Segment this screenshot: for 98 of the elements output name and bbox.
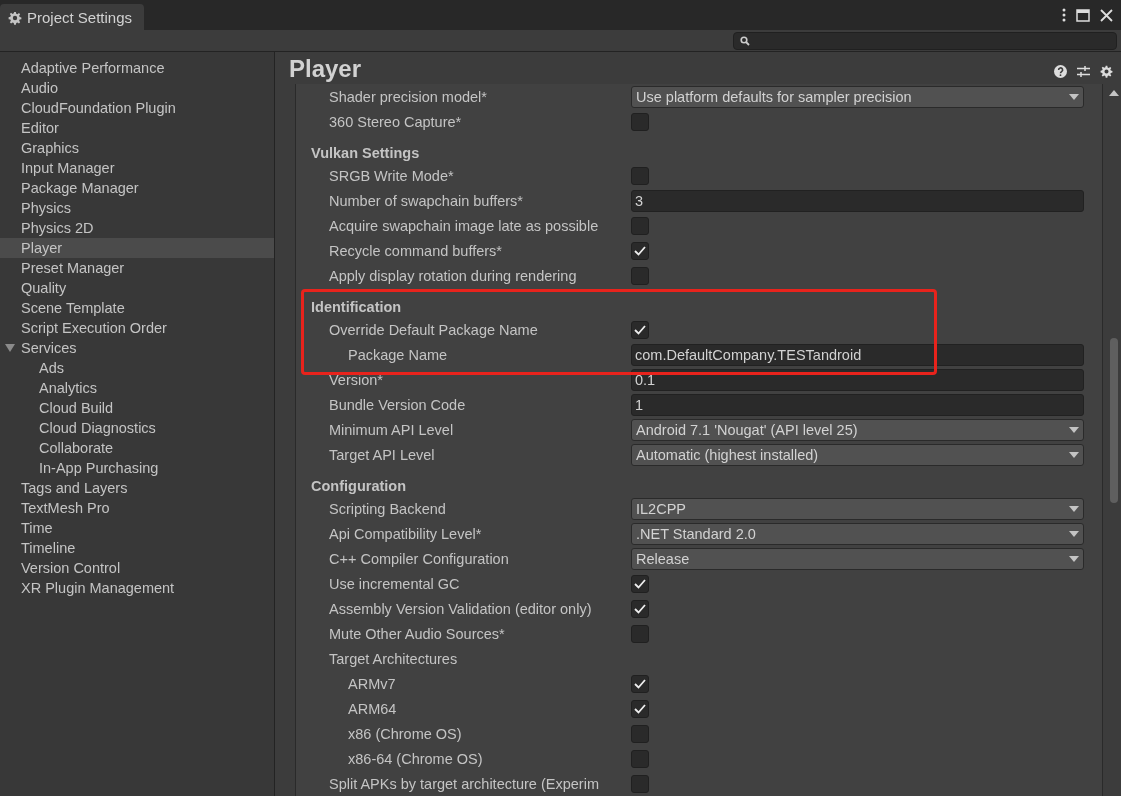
text-field[interactable]: com.DefaultCompany.TESTandroid — [631, 343, 1084, 366]
sidebar-item[interactable]: Input Manager — [0, 158, 274, 178]
checkbox[interactable] — [631, 749, 649, 768]
setting-label: Assembly Version Validation (editor only) — [329, 600, 593, 617]
close-icon[interactable] — [1100, 8, 1113, 22]
checkbox[interactable] — [631, 112, 649, 131]
setting-label: Shader precision model* — [329, 88, 488, 105]
sidebar-item[interactable]: Preset Manager — [0, 258, 274, 278]
caret-icon — [1069, 426, 1079, 433]
sidebar-item[interactable]: Timeline — [0, 538, 274, 558]
checkbox[interactable] — [631, 599, 649, 618]
maximize-icon[interactable] — [1076, 8, 1090, 22]
sidebar-item[interactable]: Time — [0, 518, 274, 538]
caret-icon — [1069, 555, 1079, 562]
section-heading: Configuration — [311, 477, 408, 496]
setting-label: Target API Level — [329, 446, 436, 463]
dropdown[interactable]: Android 7.1 'Nougat' (API level 25) — [631, 418, 1084, 441]
setting-label: Override Default Package Name — [329, 321, 539, 338]
caret-icon — [1069, 93, 1079, 100]
sidebar-item[interactable]: Scene Template — [0, 298, 274, 318]
scrollbar-thumb[interactable] — [1110, 338, 1118, 503]
setting-label: C++ Compiler Configuration — [329, 550, 510, 567]
sidebar-item[interactable]: Script Execution Order — [0, 318, 274, 338]
text-field[interactable]: 1 — [631, 393, 1084, 416]
setting-label: SRGB Write Mode* — [329, 167, 455, 184]
checkbox[interactable] — [631, 320, 649, 339]
checkbox[interactable] — [631, 774, 649, 793]
page-title: Player — [289, 54, 362, 84]
setting-label: Target Architectures — [329, 650, 459, 667]
scroll-up-arrow-icon[interactable] — [1109, 90, 1119, 96]
sidebar-item[interactable]: Quality — [0, 278, 274, 298]
caret-icon — [1069, 530, 1079, 537]
setting-label: Bundle Version Code — [329, 396, 467, 413]
sidebar-item[interactable]: XR Plugin Management — [0, 578, 274, 598]
checkbox[interactable] — [631, 624, 649, 643]
sidebar-item[interactable]: TextMesh Pro — [0, 498, 274, 518]
window-tab[interactable]: Project Settings — [0, 4, 145, 31]
setting-label: Version* — [329, 371, 384, 388]
more-options-icon[interactable] — [1062, 8, 1066, 22]
setting-label: Minimum API Level — [329, 421, 455, 438]
sidebar-item[interactable]: Cloud Diagnostics — [0, 418, 274, 438]
setting-label: Use incremental GC — [329, 575, 461, 592]
sidebar-item[interactable]: Analytics — [0, 378, 274, 398]
checkbox[interactable] — [631, 699, 649, 718]
setting-label: Api Compatibility Level* — [329, 525, 483, 542]
text-field[interactable]: 3 — [631, 189, 1084, 212]
search-field[interactable] — [733, 31, 1117, 50]
sidebar-item[interactable]: Tags and Layers — [0, 478, 274, 498]
sidebar-item[interactable]: Services — [0, 338, 274, 358]
setting-label: Recycle command buffers* — [329, 242, 503, 259]
expand-arrow-icon[interactable] — [5, 344, 15, 352]
dropdown[interactable]: Automatic (highest installed) — [631, 443, 1084, 466]
sidebar-item[interactable]: CloudFoundation Plugin — [0, 98, 274, 118]
sidebar-item[interactable]: Ads — [0, 358, 274, 378]
checkbox[interactable] — [631, 166, 649, 185]
setting-label: ARMv7 — [347, 675, 397, 692]
dropdown[interactable]: .NET Standard 2.0 — [631, 522, 1084, 545]
setting-label: Split APKs by target architecture (Experim — [329, 775, 600, 792]
sliders-icon[interactable] — [1077, 65, 1090, 78]
caret-icon — [1069, 451, 1079, 458]
setting-label: Scripting Backend — [329, 500, 447, 517]
setting-label: 360 Stereo Capture* — [329, 113, 463, 130]
section-heading: Vulkan Settings — [311, 144, 421, 163]
setting-label: x86-64 (Chrome OS) — [347, 750, 484, 767]
setting-label: ARM64 — [347, 700, 398, 717]
dropdown[interactable]: Use platform defaults for sampler precision — [631, 85, 1084, 108]
dropdown[interactable]: Release — [631, 547, 1084, 570]
sidebar-item[interactable]: Cloud Build — [0, 398, 274, 418]
sidebar-item[interactable]: Physics 2D — [0, 218, 274, 238]
checkbox[interactable] — [631, 724, 649, 743]
settings-icon[interactable] — [1100, 65, 1113, 78]
checkbox[interactable] — [631, 266, 649, 285]
setting-label: Acquire swapchain image late as possible — [329, 217, 600, 234]
setting-label: Apply display rotation during rendering — [329, 267, 578, 284]
sidebar-item[interactable]: Audio — [0, 78, 274, 98]
search-icon — [740, 35, 750, 46]
checkbox[interactable] — [631, 574, 649, 593]
help-icon[interactable] — [1054, 65, 1067, 78]
sidebar-item[interactable]: Physics — [0, 198, 274, 218]
sidebar-item[interactable]: Graphics — [0, 138, 274, 158]
sidebar-item[interactable]: Collaborate — [0, 438, 274, 458]
checkbox[interactable] — [631, 241, 649, 260]
dropdown[interactable]: IL2CPP — [631, 497, 1084, 520]
sidebar-item[interactable]: Version Control — [0, 558, 274, 578]
sidebar-item[interactable]: Player — [0, 238, 274, 258]
setting-label: x86 (Chrome OS) — [347, 725, 463, 742]
sidebar-item[interactable]: In-App Purchasing — [0, 458, 274, 478]
setting-label: Number of swapchain buffers* — [329, 192, 524, 209]
sidebar-item[interactable]: Adaptive Performance — [0, 58, 274, 78]
sidebar-item[interactable]: Package Manager — [0, 178, 274, 198]
sidebar-item[interactable]: Editor — [0, 118, 274, 138]
setting-label: Mute Other Audio Sources* — [329, 625, 506, 642]
setting-label: Package Name — [347, 346, 449, 363]
section-heading: Identification — [311, 298, 403, 317]
caret-icon — [1069, 505, 1079, 512]
gear-icon — [8, 10, 22, 25]
checkbox[interactable] — [631, 674, 649, 693]
checkbox[interactable] — [631, 216, 649, 235]
